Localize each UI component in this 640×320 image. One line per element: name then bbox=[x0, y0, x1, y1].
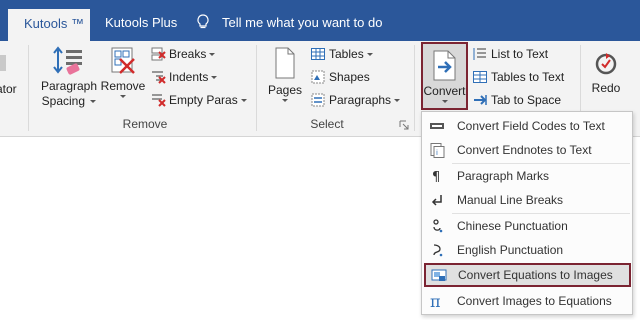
menu-item-label: Convert Endnotes to Text bbox=[457, 143, 592, 157]
select-tables-button[interactable]: Tables bbox=[310, 45, 373, 63]
menu-item-label: Paragraph Marks bbox=[457, 169, 550, 183]
svg-text:i: i bbox=[436, 149, 438, 157]
chevron-down-icon bbox=[441, 100, 448, 103]
convert-button[interactable]: Convert bbox=[421, 42, 468, 110]
menu-item-manual-line-breaks[interactable]: Manual Line Breaks bbox=[423, 188, 631, 212]
svg-text:π: π bbox=[430, 293, 441, 309]
menu-item-label: Convert Field Codes to Text bbox=[457, 119, 605, 133]
menu-item-english-punctuation[interactable]: English Punctuation bbox=[423, 238, 631, 262]
tab-kutools-plus[interactable]: Kutools Plus bbox=[90, 8, 192, 41]
redo-button[interactable]: Redo bbox=[586, 51, 626, 96]
equation-image-icon bbox=[431, 267, 447, 283]
paragraphs-icon bbox=[310, 92, 326, 108]
pilcrow-icon: ¶ bbox=[429, 168, 445, 185]
tab-kutools[interactable]: Kutools ™ bbox=[8, 9, 90, 42]
ribbon-separator bbox=[414, 45, 415, 131]
redo-label: Redo bbox=[591, 81, 621, 95]
select-tables-label: Tables bbox=[329, 47, 364, 61]
menu-item-paragraph-marks[interactable]: ¶ Paragraph Marks bbox=[423, 164, 631, 188]
tell-me-label: Tell me what you want to do bbox=[222, 15, 383, 30]
endnotes-icon: i bbox=[429, 142, 445, 158]
menu-item-label: Manual Line Breaks bbox=[457, 193, 564, 207]
translator-button[interactable]: ator bbox=[0, 51, 18, 96]
ribbon-separator bbox=[28, 45, 29, 131]
shapes-icon bbox=[310, 69, 326, 85]
select-paragraphs-button[interactable]: Paragraphs bbox=[310, 91, 401, 109]
table-icon bbox=[310, 46, 326, 62]
remove-label: Remove bbox=[100, 79, 146, 93]
menu-item-chinese-punctuation[interactable]: Chinese Punctuation bbox=[423, 214, 631, 238]
ribbon-tab-bar: Kutools ™ Kutools Plus Tell me what you … bbox=[0, 0, 640, 42]
tab-to-space-button[interactable]: Tab to Space bbox=[472, 91, 561, 109]
tables-to-text-button[interactable]: Tables to Text bbox=[472, 68, 564, 86]
menu-item-label: Convert Equations to Images bbox=[458, 268, 613, 282]
dialog-launcher-icon[interactable] bbox=[399, 119, 409, 130]
chevron-down-icon bbox=[90, 100, 97, 104]
list-to-text-label: List to Text bbox=[491, 47, 549, 61]
menu-item-convert-field-codes[interactable]: Convert Field Codes to Text bbox=[423, 114, 631, 138]
tell-me-search[interactable]: Tell me what you want to do bbox=[196, 8, 382, 38]
indents-icon bbox=[150, 69, 166, 85]
paragraph-spacing-button[interactable]: Paragraph Spacing bbox=[40, 45, 98, 109]
empty-paras-icon bbox=[150, 92, 166, 108]
remove-button[interactable]: Remove bbox=[100, 45, 146, 98]
breaks-icon bbox=[150, 46, 166, 62]
select-group-label: Select bbox=[310, 117, 344, 131]
indents-button[interactable]: Indents bbox=[150, 68, 218, 86]
pages-button[interactable]: Pages bbox=[265, 45, 305, 102]
menu-item-convert-endnotes[interactable]: i Convert Endnotes to Text bbox=[423, 138, 631, 162]
translator-label: ator bbox=[0, 82, 17, 96]
table-icon bbox=[472, 69, 488, 85]
menu-item-convert-equations-to-images[interactable]: Convert Equations to Images bbox=[424, 263, 631, 287]
pages-label: Pages bbox=[267, 83, 303, 97]
convert-label: Convert bbox=[423, 84, 466, 98]
select-shapes-button[interactable]: Shapes bbox=[310, 68, 370, 86]
tab-arrow-icon bbox=[472, 92, 488, 108]
menu-item-convert-images-to-equations[interactable]: π Convert Images to Equations bbox=[423, 289, 631, 313]
paragraph-spacing-icon bbox=[52, 45, 86, 77]
svg-text:¶: ¶ bbox=[432, 170, 440, 184]
remove-icon bbox=[108, 45, 138, 77]
menu-item-label: English Punctuation bbox=[457, 243, 564, 257]
page-icon bbox=[273, 45, 297, 81]
indents-label: Indents bbox=[169, 70, 209, 84]
convert-dropdown-menu: Convert Field Codes to Text i Convert En… bbox=[421, 111, 633, 315]
english-punctuation-icon bbox=[429, 242, 445, 258]
line-break-icon bbox=[429, 192, 445, 208]
tables-to-text-label: Tables to Text bbox=[491, 70, 565, 84]
chevron-down-icon bbox=[211, 76, 218, 80]
list-icon bbox=[472, 46, 488, 62]
chevron-down-icon bbox=[240, 99, 247, 103]
breaks-button[interactable]: Breaks bbox=[150, 45, 216, 63]
list-to-text-button[interactable]: List to Text bbox=[472, 45, 548, 63]
chevron-down-icon bbox=[394, 99, 401, 103]
menu-item-label: Chinese Punctuation bbox=[457, 219, 568, 233]
translator-icon bbox=[0, 51, 18, 77]
remove-group-label: Remove bbox=[122, 117, 168, 131]
menu-item-label: Convert Images to Equations bbox=[457, 294, 612, 308]
chevron-down-icon bbox=[282, 99, 288, 102]
ribbon-separator bbox=[256, 45, 257, 131]
empty-paras-button[interactable]: Empty Paras bbox=[150, 91, 247, 109]
breaks-label: Breaks bbox=[169, 47, 207, 61]
select-shapes-label: Shapes bbox=[329, 70, 370, 84]
chevron-down-icon bbox=[366, 53, 373, 57]
convert-icon bbox=[430, 48, 460, 82]
redo-icon bbox=[593, 51, 619, 77]
empty-paras-label: Empty Paras bbox=[169, 93, 238, 107]
paragraph-spacing-label-1: Paragraph bbox=[40, 79, 98, 93]
chevron-down-icon bbox=[209, 53, 216, 57]
lightbulb-icon bbox=[196, 11, 210, 29]
paragraph-spacing-label-2: Spacing bbox=[41, 94, 86, 108]
tab-to-space-label: Tab to Space bbox=[491, 93, 562, 107]
select-paragraphs-label: Paragraphs bbox=[329, 93, 392, 107]
chinese-punctuation-icon bbox=[429, 218, 445, 234]
field-codes-icon bbox=[429, 118, 445, 134]
pi-icon: π bbox=[429, 292, 445, 311]
chevron-down-icon bbox=[120, 95, 126, 98]
